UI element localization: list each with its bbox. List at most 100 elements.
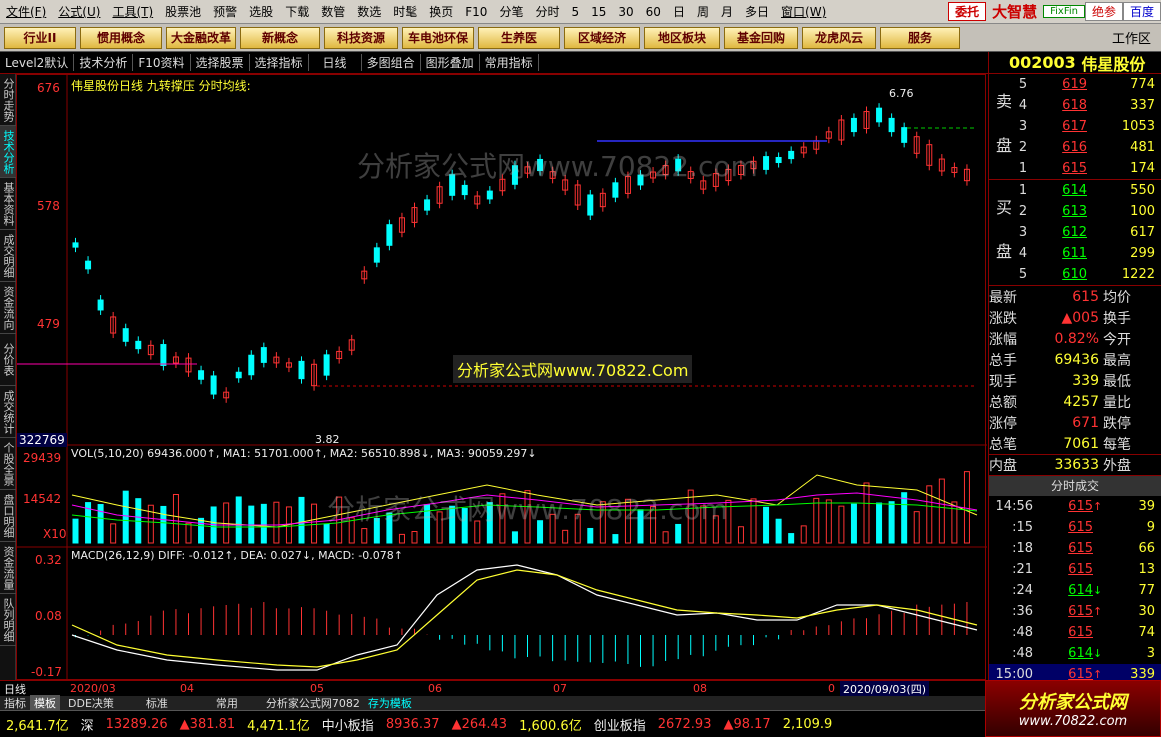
toolbar-battery[interactable]: 车电池环保: [402, 26, 474, 49]
tab-indicator[interactable]: 指标: [0, 695, 30, 711]
buy-row[interactable]: 4 611 299: [1009, 243, 1161, 264]
vtab-fundvol[interactable]: 资金流量: [0, 542, 16, 594]
menu-stock-pool[interactable]: 股票池: [159, 3, 207, 20]
menu-data-select[interactable]: 数选: [351, 3, 387, 20]
toolbar-regional[interactable]: 区域经济: [564, 26, 640, 49]
tab-custom[interactable]: 分析家公式网7082: [262, 695, 364, 711]
ticks-list: 14:56 615 ↑ 39 :15 615 9 :18 615 66 :21 615 13 :2…: [989, 496, 1161, 685]
volume-bar: [160, 505, 167, 544]
menu-day[interactable]: 日: [667, 3, 691, 20]
menu-download[interactable]: 下载: [279, 3, 315, 20]
volume-bar: [172, 493, 179, 544]
stat-row: 涨停 671 跌停: [989, 414, 1131, 432]
toolbar-concept[interactable]: 惯用概念: [80, 26, 162, 49]
vtab-overview[interactable]: 个股全景: [0, 438, 16, 490]
juecan-button[interactable]: 绝参: [1084, 2, 1123, 21]
menu-page[interactable]: 换页: [423, 3, 459, 20]
multi-chart[interactable]: 多图组合: [362, 54, 421, 71]
menu-bar: 文件(F) 公式(U) 工具(T) 股票池 预警 选股 下载 数管 数选 时髦 …: [0, 0, 1161, 24]
menu-window[interactable]: 窗口(W): [775, 3, 832, 20]
menu-select[interactable]: 选股: [243, 3, 279, 20]
menu-tools[interactable]: 工具(T): [106, 3, 159, 20]
common-indicator[interactable]: 常用指标: [480, 54, 539, 71]
menu-month[interactable]: 月: [715, 3, 739, 20]
stock-name: 伟星股份: [1081, 54, 1146, 74]
menu-60min[interactable]: 60: [640, 5, 667, 19]
menu-alert[interactable]: 预警: [207, 3, 243, 20]
stat-row: 总手 69436 最高: [989, 351, 1131, 369]
toolbar-dragon[interactable]: 龙虎风云: [802, 26, 876, 49]
buy-row[interactable]: 1 614 550: [1009, 180, 1161, 201]
toolbar-health[interactable]: 生养医: [478, 26, 560, 49]
baidu-button[interactable]: 百度: [1122, 2, 1161, 21]
buy-row[interactable]: 2 613 100: [1009, 201, 1161, 222]
trade-button[interactable]: 委托: [948, 2, 987, 21]
sell-row[interactable]: 2 616 481: [1009, 137, 1161, 158]
sell-row[interactable]: 3 617 1053: [1009, 116, 1161, 137]
vtab-fundflow[interactable]: 资金流向: [0, 282, 16, 334]
tab-template[interactable]: 模板: [30, 695, 60, 711]
macd-dea: [71, 569, 978, 668]
vtab-tech[interactable]: 技术分析: [0, 126, 16, 178]
vtab-basic[interactable]: 基本资料: [0, 178, 16, 230]
stat-row: 总笔 7061 每笔: [989, 435, 1131, 453]
menu-15min[interactable]: 15: [585, 5, 612, 19]
tab-standard[interactable]: 标准: [122, 695, 192, 711]
sz-index: 13289.26: [105, 716, 168, 732]
menu-intraday[interactable]: 分时: [529, 3, 565, 20]
level2-default[interactable]: Level2默认: [0, 54, 75, 71]
sme-name[interactable]: 中小板指: [316, 715, 380, 734]
sz-name[interactable]: 深: [75, 715, 100, 734]
menu-data-mgmt[interactable]: 数管: [315, 3, 351, 20]
menu-trend[interactable]: 时髦: [387, 3, 423, 20]
sell-row[interactable]: 4 618 337: [1009, 95, 1161, 116]
period-daily[interactable]: 日线: [309, 54, 362, 71]
chart-area[interactable]: 伟星股份日线 九转撑压 分时均线: 676 578 479 322769 6.7…: [16, 74, 987, 681]
overlay[interactable]: 图形叠加: [421, 54, 480, 71]
vtab-intraday[interactable]: 分时走势: [0, 74, 16, 126]
menu-5min[interactable]: 5: [565, 5, 585, 19]
toolbar-industry[interactable]: 行业II: [4, 26, 76, 49]
volume-bar: [298, 496, 305, 544]
toolbar-finance-reform[interactable]: 大金融改革: [166, 26, 236, 49]
select-indicator[interactable]: 选择指标: [250, 54, 309, 71]
menu-file[interactable]: 文件(F): [0, 3, 52, 20]
tick-row: :24 614 ↓ 77: [1012, 583, 1155, 598]
buy-row[interactable]: 3 612 617: [1009, 222, 1161, 243]
tab-save-template[interactable]: 存为模板: [364, 695, 416, 711]
menu-formula[interactable]: 公式(U): [52, 3, 106, 20]
vtab-pricetable[interactable]: 分价表: [0, 334, 16, 386]
macd-label-low: -0.17: [31, 665, 63, 679]
tab-common[interactable]: 常用: [192, 695, 262, 711]
vtab-trades[interactable]: 成交明细: [0, 230, 16, 282]
menu-30min[interactable]: 30: [612, 5, 639, 19]
ticks-title[interactable]: 分时成交: [989, 476, 1161, 496]
menu-f10[interactable]: F10: [459, 5, 493, 19]
sme-change: ▲264.43: [451, 716, 508, 732]
volume-bar: [775, 518, 782, 544]
sell-row[interactable]: 1 615 174: [1009, 158, 1161, 179]
vtab-queue[interactable]: 队列明细: [0, 594, 16, 646]
y-label-479: 479: [37, 317, 60, 331]
sell-row[interactable]: 5 619 774: [1009, 74, 1161, 95]
toolbar-area[interactable]: 地区板块: [644, 26, 720, 49]
menu-tick[interactable]: 分笔: [493, 3, 529, 20]
menu-week[interactable]: 周: [691, 3, 715, 20]
vtab-orderbook[interactable]: 盘口明细: [0, 490, 16, 542]
select-stock[interactable]: 选择股票: [191, 54, 250, 71]
f10-tab[interactable]: F10资料: [133, 54, 191, 71]
toolbar-fund[interactable]: 基金回购: [724, 26, 798, 49]
gem-name[interactable]: 创业板指: [588, 715, 652, 734]
toolbar-new-concept[interactable]: 新概念: [240, 26, 320, 49]
vtab-stats[interactable]: 成交统计: [0, 386, 16, 438]
toolbar-tech[interactable]: 科技资源: [324, 26, 398, 49]
tech-analysis-tab[interactable]: 技术分析: [74, 54, 134, 71]
toolbar-service[interactable]: 服务: [880, 26, 960, 49]
buy-row[interactable]: 5 610 1222: [1009, 264, 1161, 285]
fixfin-button[interactable]: FixFin: [1043, 5, 1085, 18]
macd-label-high: 0.32: [35, 553, 62, 567]
candle-body: [135, 340, 142, 350]
menu-multi-day[interactable]: 多日: [739, 3, 775, 20]
tab-dde[interactable]: DDE决策: [60, 695, 122, 711]
workspace-label[interactable]: 工作区: [1102, 28, 1161, 47]
